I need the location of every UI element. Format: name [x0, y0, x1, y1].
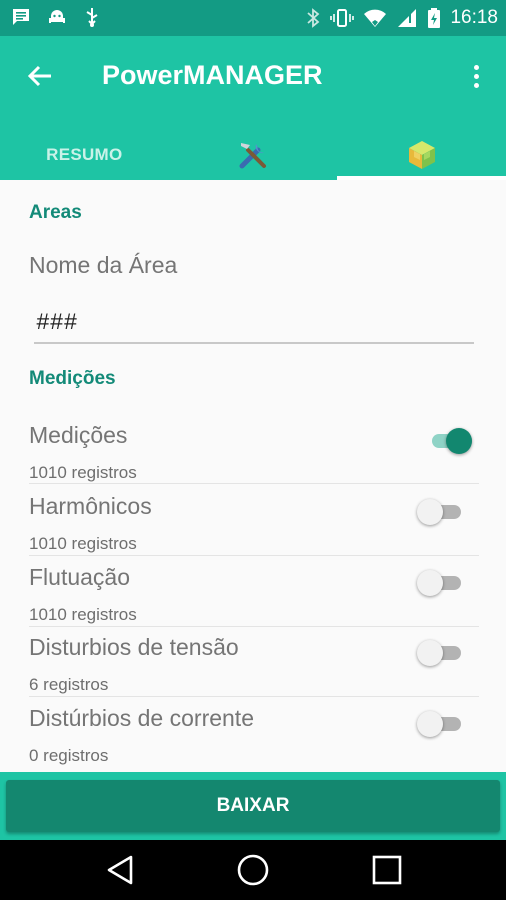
message-icon	[10, 6, 32, 28]
list-item-subtitle: 1010 registros	[29, 534, 137, 553]
app-bar: PowerMANAGER RESUMO	[0, 36, 506, 180]
triangle-back-icon	[107, 855, 133, 885]
list-item-title: Flutuação	[29, 564, 131, 590]
list-item-title: Distúrbios de corrente	[29, 705, 254, 731]
signal-icon	[396, 7, 418, 29]
divider	[29, 555, 479, 556]
toggle-disturbios-corrente[interactable]	[417, 709, 465, 739]
android-debug-icon	[46, 6, 68, 28]
toggle-disturbios-tensao[interactable]	[417, 638, 465, 668]
bluetooth-icon	[305, 7, 321, 29]
section-header-medicoes: Medições	[29, 368, 116, 389]
list-item-title: Harmônicos	[29, 493, 152, 519]
navigation-bar	[0, 840, 506, 900]
nav-home-button[interactable]	[235, 852, 271, 888]
square-recents-icon	[372, 855, 402, 885]
tab-areas[interactable]	[337, 130, 506, 180]
list-item-disturbios-corrente: Distúrbios de corrente 0 registros	[0, 703, 506, 773]
tab-bar: RESUMO	[0, 130, 506, 180]
list-item-harmonicos: Harmônicos 1010 registros	[0, 491, 506, 561]
cube-icon	[408, 141, 435, 169]
usb-icon	[82, 6, 102, 28]
list-item-subtitle: 6 registros	[29, 675, 109, 694]
wifi-icon	[363, 7, 387, 29]
list-item-medicoes: Medições 1010 registros	[0, 420, 506, 490]
bottom-action-bar: BAIXAR	[0, 772, 506, 840]
content-area: Areas Nome da Área Medições Medições 101…	[0, 180, 506, 772]
overflow-menu-button[interactable]	[464, 58, 488, 94]
download-button[interactable]: BAIXAR	[6, 780, 500, 832]
toggle-flutuacao[interactable]	[417, 568, 465, 598]
divider	[29, 696, 479, 697]
app-title: PowerMANAGER	[102, 60, 323, 90]
nav-back-button[interactable]	[102, 852, 138, 888]
list-item-flutuacao: Flutuação 1010 registros	[0, 562, 506, 632]
toggle-harmonicos[interactable]	[417, 497, 465, 527]
arrow-back-icon	[27, 65, 51, 87]
tab-tools[interactable]	[169, 130, 338, 180]
divider	[29, 483, 479, 484]
area-name-label: Nome da Área	[29, 252, 178, 278]
section-header-areas: Areas	[29, 202, 82, 223]
area-name-input[interactable]	[34, 304, 474, 344]
tab-resumo-label: RESUMO	[46, 145, 123, 164]
list-item-subtitle: 1010 registros	[29, 463, 137, 482]
list-item-disturbios-tensao: Disturbios de tensão 6 registros	[0, 632, 506, 702]
back-button[interactable]	[22, 58, 58, 94]
vibrate-icon	[330, 7, 355, 29]
circle-home-icon	[237, 854, 269, 886]
battery-icon	[427, 7, 441, 29]
toggle-medicoes[interactable]	[428, 426, 476, 456]
clock: 16:18	[450, 7, 498, 28]
list-item-subtitle: 1010 registros	[29, 605, 137, 624]
nav-recents-button[interactable]	[369, 852, 405, 888]
list-item-title: Disturbios de tensão	[29, 634, 239, 660]
status-bar: 16:18	[0, 0, 506, 36]
list-item-subtitle: 0 registros	[29, 746, 109, 765]
tab-resumo[interactable]: RESUMO	[0, 130, 169, 180]
divider	[29, 626, 479, 627]
tools-icon	[239, 143, 266, 169]
list-item-title: Medições	[29, 422, 128, 448]
